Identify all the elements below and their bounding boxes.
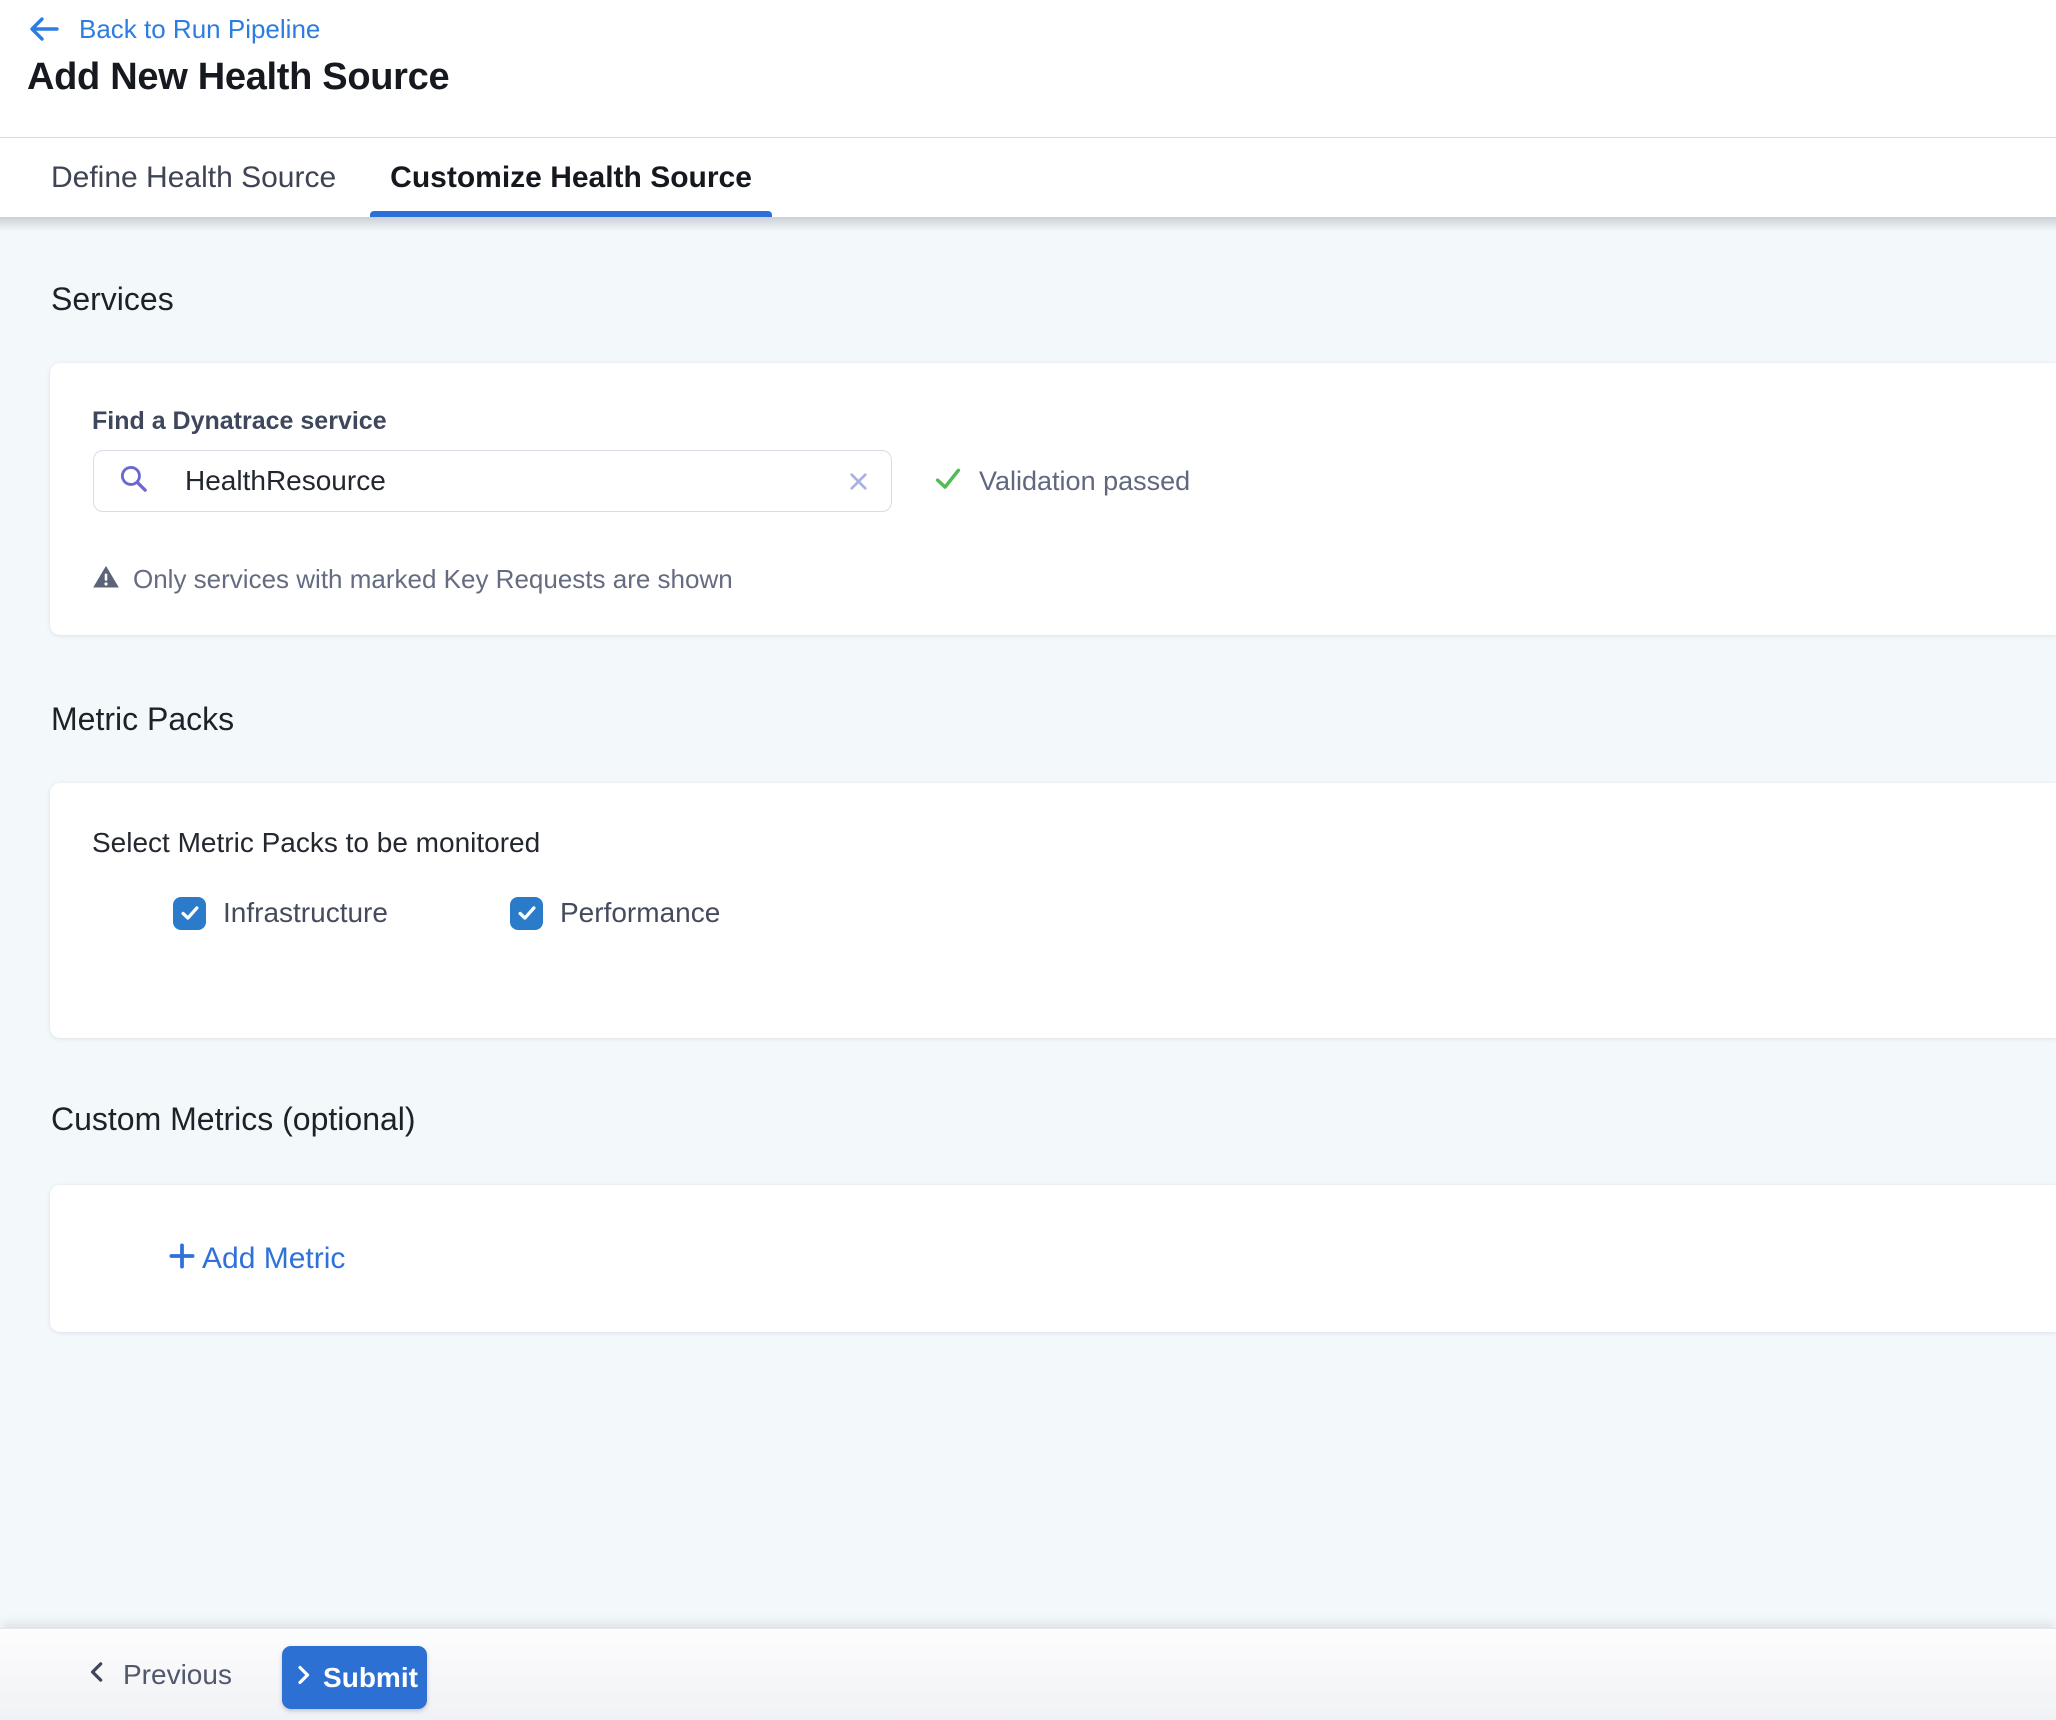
metric-packs-heading: Metric Packs [51, 700, 234, 738]
footer-bar: Previous Submit [0, 1628, 2056, 1720]
find-service-label: Find a Dynatrace service [92, 405, 387, 437]
back-arrow-icon [27, 12, 61, 46]
page-header: Back to Run Pipeline Add New Health Sour… [0, 0, 2056, 137]
plus-icon [167, 1241, 197, 1276]
services-warning: Only services with marked Key Requests a… [92, 559, 733, 599]
checkbox-group-infrastructure[interactable]: Infrastructure [173, 895, 388, 931]
custom-metrics-card: Add Metric [50, 1185, 2056, 1332]
warning-icon [92, 563, 120, 596]
service-search-box[interactable] [93, 450, 892, 512]
back-link-label: Back to Run Pipeline [79, 14, 320, 45]
page-title: Add New Health Source [27, 56, 449, 99]
tab-customize-health-source[interactable]: Customize Health Source [370, 138, 772, 217]
validation-text: Validation passed [979, 466, 1190, 497]
chevron-right-icon [291, 1663, 315, 1692]
add-metric-button[interactable]: Add Metric [167, 1185, 345, 1332]
check-icon [933, 464, 963, 499]
warning-text: Only services with marked Key Requests a… [133, 564, 733, 595]
previous-button[interactable]: Previous [85, 1659, 232, 1691]
checkbox-check-icon [179, 902, 201, 924]
validation-status: Validation passed [933, 450, 1190, 512]
metric-packs-card: Select Metric Packs to be monitored Infr… [50, 783, 2056, 1038]
service-search-input[interactable] [183, 464, 834, 498]
clear-search-icon[interactable] [846, 469, 871, 494]
select-metric-packs-label: Select Metric Packs to be monitored [92, 825, 540, 861]
performance-label: Performance [560, 897, 720, 929]
add-metric-label: Add Metric [202, 1242, 345, 1276]
infrastructure-checkbox[interactable] [173, 897, 206, 930]
search-icon [118, 463, 149, 499]
checkbox-check-icon [516, 902, 538, 924]
services-card: Find a Dynatrace service Validation pass… [50, 363, 2056, 635]
chevron-left-icon [85, 1659, 111, 1690]
services-heading: Services [51, 280, 174, 318]
previous-button-label: Previous [123, 1659, 232, 1691]
infrastructure-label: Infrastructure [223, 897, 388, 929]
custom-metrics-heading: Custom Metrics (optional) [51, 1100, 416, 1138]
submit-button[interactable]: Submit [282, 1646, 427, 1709]
tab-bar: Define Health Source Customize Health So… [0, 137, 2056, 217]
checkbox-group-performance[interactable]: Performance [510, 895, 720, 931]
back-link[interactable]: Back to Run Pipeline [27, 12, 320, 46]
submit-button-label: Submit [323, 1662, 418, 1694]
tab-define-health-source[interactable]: Define Health Source [31, 138, 356, 217]
add-health-source-screen: Back to Run Pipeline Add New Health Sour… [0, 0, 2056, 1720]
content-top-shadow [0, 217, 2056, 231]
performance-checkbox[interactable] [510, 897, 543, 930]
tab-list: Define Health Source Customize Health So… [31, 138, 772, 217]
